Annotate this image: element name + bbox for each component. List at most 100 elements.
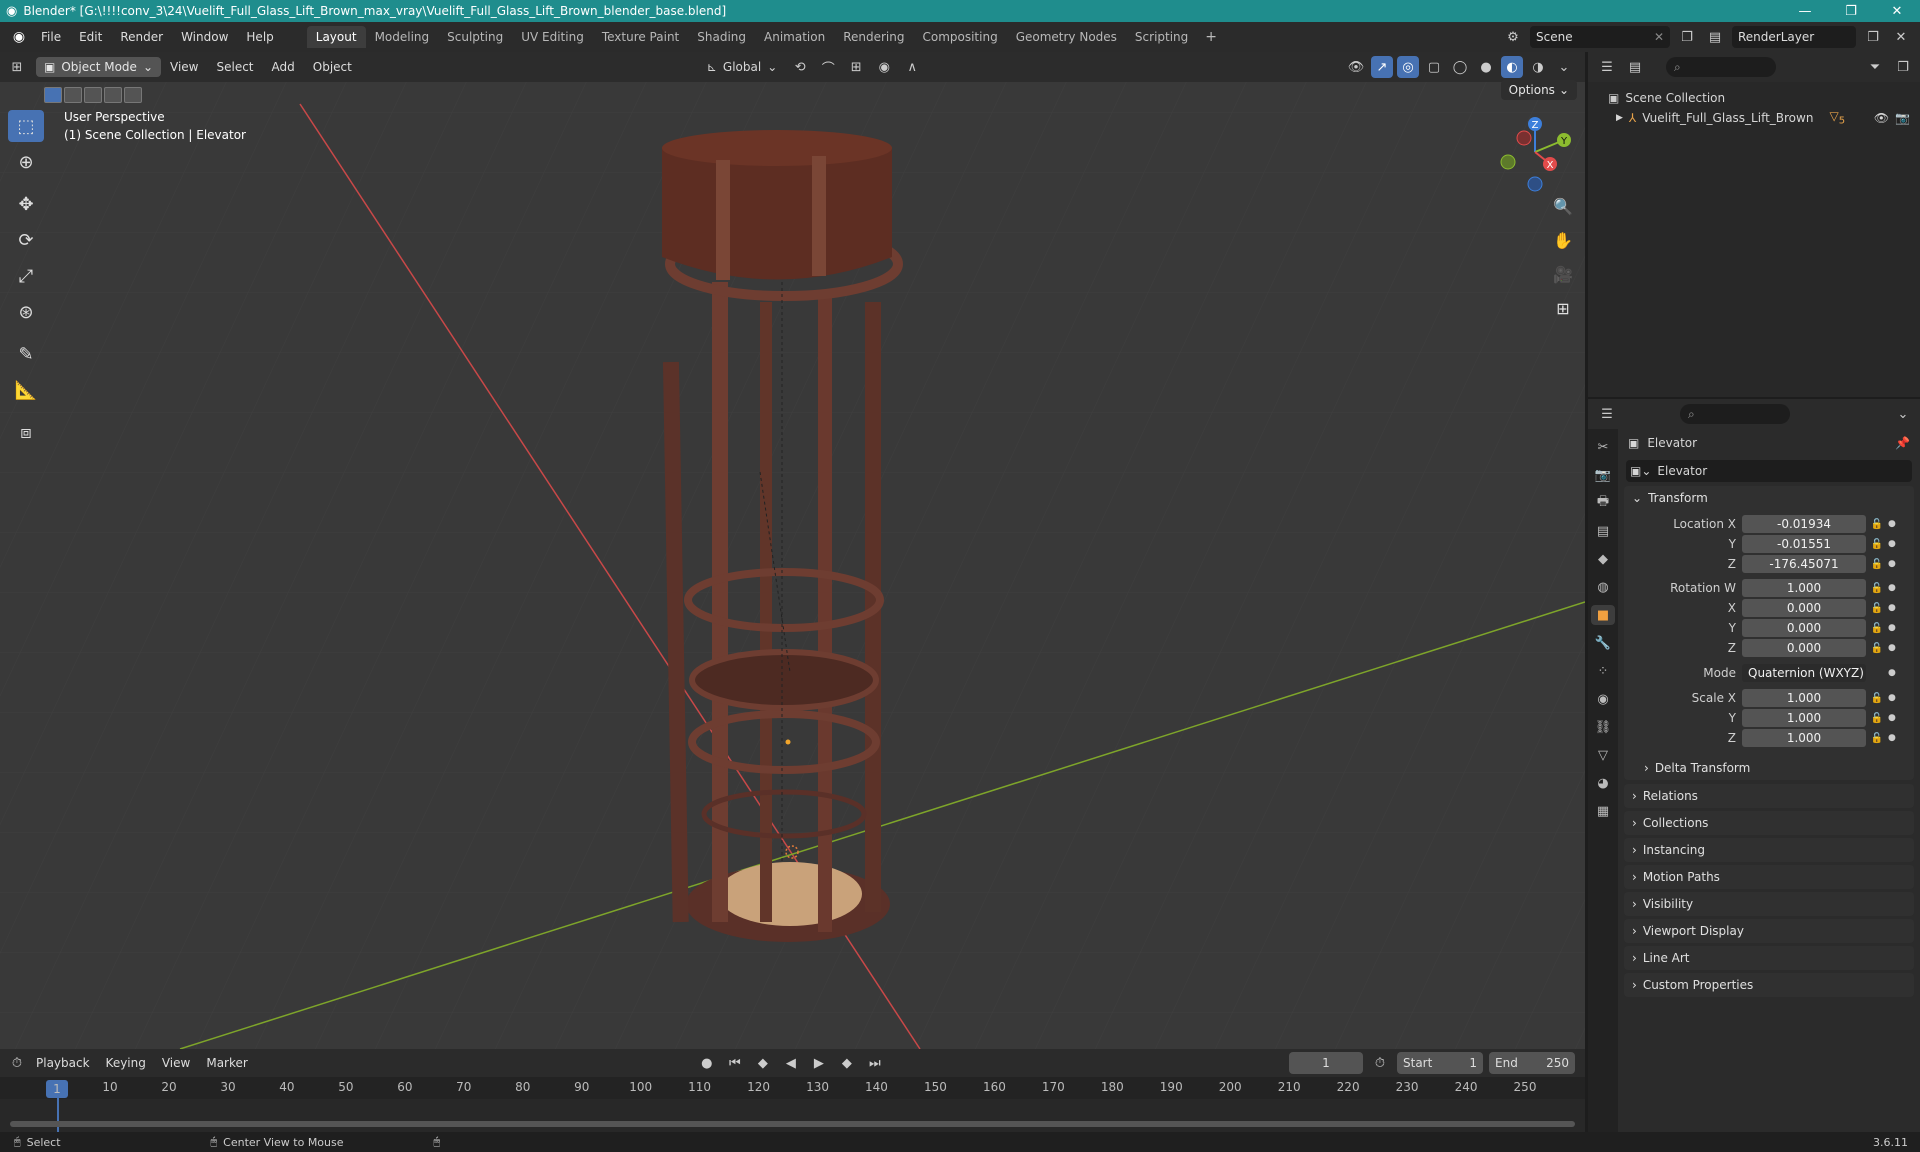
workspace-tab-modeling[interactable]: Modeling xyxy=(366,26,439,48)
pan-hand-icon[interactable]: ✋ xyxy=(1548,226,1578,254)
object-name-field[interactable]: ▣⌄ Elevator xyxy=(1626,460,1912,482)
viewport-menu-object[interactable]: Object xyxy=(304,60,361,74)
rotation-w-field[interactable]: 1.000 xyxy=(1742,579,1866,597)
lock-icon[interactable]: 🔓 xyxy=(1866,519,1888,530)
menu-file[interactable]: File xyxy=(32,30,70,44)
options-dropdown[interactable]: Options ⌄ xyxy=(1500,80,1577,100)
jump-start-icon[interactable]: ⏮ xyxy=(724,1052,746,1074)
blender-menu-icon[interactable]: ◉ xyxy=(6,29,32,45)
lock-icon[interactable]: 🔓 xyxy=(1866,539,1888,550)
next-keyframe-icon[interactable]: ◆ xyxy=(836,1052,858,1074)
add-workspace-icon[interactable]: + xyxy=(1197,29,1225,45)
properties-options-icon[interactable]: ⌄ xyxy=(1892,403,1914,425)
cursor-tool-icon[interactable]: ⊕ xyxy=(8,146,44,178)
location-z-field[interactable]: -176.45071 xyxy=(1742,555,1866,573)
keyframe-dot-icon[interactable]: ● xyxy=(1888,713,1898,723)
start-frame-field[interactable]: Start 1 xyxy=(1397,1052,1483,1074)
scene-tab-icon[interactable]: ◆ xyxy=(1591,549,1615,569)
motion-paths-panel[interactable]: › Motion Paths xyxy=(1624,865,1914,889)
particles-tab-icon[interactable]: ⁘ xyxy=(1591,661,1615,681)
keyframe-dot-icon[interactable]: ● xyxy=(1888,643,1898,653)
lock-icon[interactable]: 🔓 xyxy=(1866,713,1888,724)
pin-icon[interactable]: 📌 xyxy=(1895,436,1910,450)
workspace-tab-uv-editing[interactable]: UV Editing xyxy=(512,26,593,48)
view-layer-icon[interactable]: ▤ xyxy=(1704,26,1726,48)
material-shading-icon[interactable]: ◐ xyxy=(1501,56,1523,78)
camera-view-icon[interactable]: 🎥 xyxy=(1548,260,1578,288)
instancing-panel[interactable]: › Instancing xyxy=(1624,838,1914,862)
workspace-tab-geometry-nodes[interactable]: Geometry Nodes xyxy=(1007,26,1126,48)
end-frame-field[interactable]: End 250 xyxy=(1489,1052,1575,1074)
select-invert-icon[interactable] xyxy=(104,87,122,103)
delta-transform-subpanel[interactable]: › Delta Transform xyxy=(1624,756,1914,780)
select-box-tool-icon[interactable]: ⬚ xyxy=(8,110,44,142)
preview-range-icon[interactable]: ⏱ xyxy=(1369,1052,1391,1074)
lock-icon[interactable]: 🔓 xyxy=(1866,733,1888,744)
visibility-filter-icon[interactable]: 👁 xyxy=(1345,56,1367,78)
wireframe-shading-icon[interactable]: ◯ xyxy=(1449,56,1471,78)
timeline-menu-keying[interactable]: Keying xyxy=(98,1056,154,1070)
transform-panel-header[interactable]: ⌄ Transform xyxy=(1624,486,1914,510)
rendered-shading-icon[interactable]: ◑ xyxy=(1527,56,1549,78)
restore-icon[interactable]: ❐ xyxy=(1828,4,1874,19)
world-tab-icon[interactable]: ◍ xyxy=(1591,577,1615,597)
jump-end-icon[interactable]: ⏭ xyxy=(864,1052,886,1074)
viewport-display-panel[interactable]: › Viewport Display xyxy=(1624,919,1914,943)
close-icon[interactable]: ✕ xyxy=(1874,4,1920,19)
timeline-scrollbar[interactable] xyxy=(10,1121,1575,1127)
select-intersect-icon[interactable] xyxy=(124,87,142,103)
custom-properties-panel[interactable]: › Custom Properties xyxy=(1624,973,1914,997)
menu-help[interactable]: Help xyxy=(237,30,282,44)
timeline-ruler[interactable]: 1 10 20 30 40 50 60 70 80 90 100 110 120 130 140 150 160… xyxy=(0,1077,1585,1099)
new-collection-icon[interactable]: ❐ xyxy=(1892,56,1914,78)
editor-type-icon[interactable]: ⊞ xyxy=(6,56,28,78)
select-subtract-icon[interactable] xyxy=(84,87,102,103)
add-cube-tool-icon[interactable]: ⧈ xyxy=(8,416,44,448)
modifier-tab-icon[interactable]: 🔧 xyxy=(1591,633,1615,653)
annotate-tool-icon[interactable]: ✎ xyxy=(8,338,44,370)
lock-icon[interactable]: 🔓 xyxy=(1866,693,1888,704)
minimize-icon[interactable]: — xyxy=(1782,4,1828,19)
select-new-icon[interactable] xyxy=(44,87,62,103)
keyframe-dot-icon[interactable]: ● xyxy=(1888,603,1898,613)
lock-icon[interactable]: 🔓 xyxy=(1866,623,1888,634)
workspace-tab-layout[interactable]: Layout xyxy=(306,26,366,48)
output-tab-icon[interactable]: 🖶 xyxy=(1591,493,1615,513)
lock-icon[interactable]: 🔓 xyxy=(1866,559,1888,570)
record-icon[interactable]: ● xyxy=(696,1052,718,1074)
keyframe-dot-icon[interactable]: ● xyxy=(1888,623,1898,633)
new-view-layer-icon[interactable]: ❐ xyxy=(1862,26,1884,48)
current-frame-field[interactable]: 1 xyxy=(1289,1052,1363,1074)
expand-arrow-icon[interactable]: ▶ xyxy=(1616,113,1623,123)
playhead[interactable]: 1 xyxy=(46,1080,68,1098)
transform-tool-icon[interactable]: ⊛ xyxy=(8,296,44,328)
workspace-tab-scripting[interactable]: Scripting xyxy=(1126,26,1197,48)
scale-tool-icon[interactable]: ⤢ xyxy=(8,260,44,292)
viewport-menu-select[interactable]: Select xyxy=(207,60,262,74)
zoom-icon[interactable]: 🔍 xyxy=(1548,192,1578,220)
lock-icon[interactable]: 🔓 xyxy=(1866,583,1888,594)
render-tab-icon[interactable]: 📷 xyxy=(1591,465,1615,485)
3d-viewport[interactable]: ⊞ ▣ Object Mode ⌄ View Select Add Object… xyxy=(0,52,1585,1049)
workspace-tab-compositing[interactable]: Compositing xyxy=(913,26,1006,48)
properties-editor-type-icon[interactable]: ☰ xyxy=(1596,403,1618,425)
constraints-tab-icon[interactable]: ⛓ xyxy=(1591,717,1615,737)
visibility-eye-icon[interactable]: 👁 xyxy=(1874,111,1889,125)
keyframe-dot-icon[interactable]: ● xyxy=(1888,519,1898,529)
workspace-tab-sculpting[interactable]: Sculpting xyxy=(438,26,512,48)
viewport-menu-view[interactable]: View xyxy=(161,60,207,74)
scale-z-field[interactable]: 1.000 xyxy=(1742,729,1866,747)
overlay-toggle-icon[interactable]: ◎ xyxy=(1397,56,1419,78)
remove-view-layer-icon[interactable]: ✕ xyxy=(1890,26,1912,48)
workspace-tab-animation[interactable]: Animation xyxy=(755,26,834,48)
menu-render[interactable]: Render xyxy=(111,30,172,44)
properties-search-input[interactable]: ⌕ xyxy=(1680,404,1790,424)
pivot-point-icon[interactable]: ⟲ xyxy=(789,56,811,78)
gizmo-toggle-icon[interactable]: ↗ xyxy=(1371,56,1393,78)
material-tab-icon[interactable]: ◕ xyxy=(1591,773,1615,793)
proportional-falloff-icon[interactable]: ∧ xyxy=(901,56,923,78)
workspace-tab-shading[interactable]: Shading xyxy=(688,26,755,48)
data-tab-icon[interactable]: ▽ xyxy=(1591,745,1615,765)
texture-tab-icon[interactable]: ▦ xyxy=(1591,801,1615,821)
pin-icon[interactable]: ✕ xyxy=(1654,30,1664,44)
